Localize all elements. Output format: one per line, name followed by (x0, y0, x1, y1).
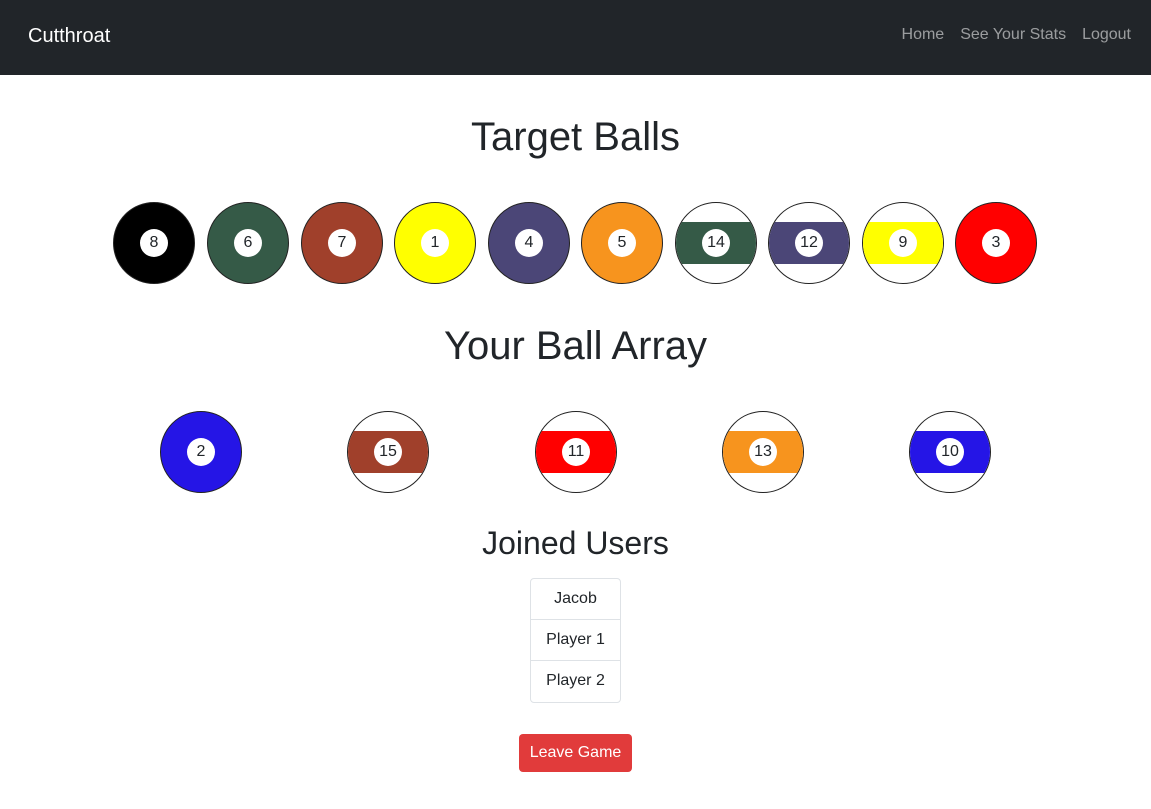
array-ball-13: 13 (722, 411, 804, 493)
ball-number: 8 (140, 229, 168, 257)
target-ball-3: 3 (955, 202, 1037, 284)
target-ball-8: 8 (113, 202, 195, 284)
ball-number: 15 (374, 438, 402, 466)
ball-number: 7 (328, 229, 356, 257)
target-ball-9: 9 (862, 202, 944, 284)
user-item: Player 2 (546, 672, 605, 689)
nav-logout-link[interactable]: Logout (1082, 25, 1131, 45)
target-ball-6: 6 (207, 202, 289, 284)
ball-number: 13 (749, 438, 777, 466)
navbar: Cutthroat Home See Your Stats Logout (0, 0, 1151, 75)
ball-number: 1 (421, 229, 449, 257)
array-ball-2: 2 (160, 411, 242, 493)
joined-users-heading: Joined Users (482, 525, 669, 561)
brand-link[interactable]: Cutthroat (28, 24, 110, 48)
array-ball-15: 15 (347, 411, 429, 493)
ball-number: 14 (702, 229, 730, 257)
ball-number: 10 (936, 438, 964, 466)
target-ball-5: 5 (581, 202, 663, 284)
array-ball-11: 11 (535, 411, 617, 493)
nav-links: Home See Your Stats Logout (902, 25, 1131, 45)
ball-number: 11 (562, 438, 590, 466)
target-ball-7: 7 (301, 202, 383, 284)
ball-number: 6 (234, 229, 262, 257)
target-ball-12: 12 (768, 202, 850, 284)
ball-number: 5 (608, 229, 636, 257)
nav-stats-link[interactable]: See Your Stats (960, 25, 1066, 45)
ball-number: 3 (982, 229, 1010, 257)
ball-number: 12 (795, 229, 823, 257)
ball-number: 4 (515, 229, 543, 257)
ball-array-heading: Your Ball Array (443, 324, 708, 368)
target-ball-4: 4 (488, 202, 570, 284)
user-item: Player 1 (531, 620, 620, 661)
ball-number: 2 (187, 438, 215, 466)
nav-home-link[interactable]: Home (902, 25, 945, 45)
target-ball-1: 1 (394, 202, 476, 284)
user-item: Jacob (531, 579, 620, 620)
ball-number: 9 (889, 229, 917, 257)
target-balls-heading: Target Balls (471, 115, 680, 159)
array-ball-10: 10 (909, 411, 991, 493)
joined-users-list: Jacob Player 1 Player 2 (530, 578, 621, 703)
leave-game-button[interactable]: Leave Game (519, 734, 632, 772)
target-ball-14: 14 (675, 202, 757, 284)
